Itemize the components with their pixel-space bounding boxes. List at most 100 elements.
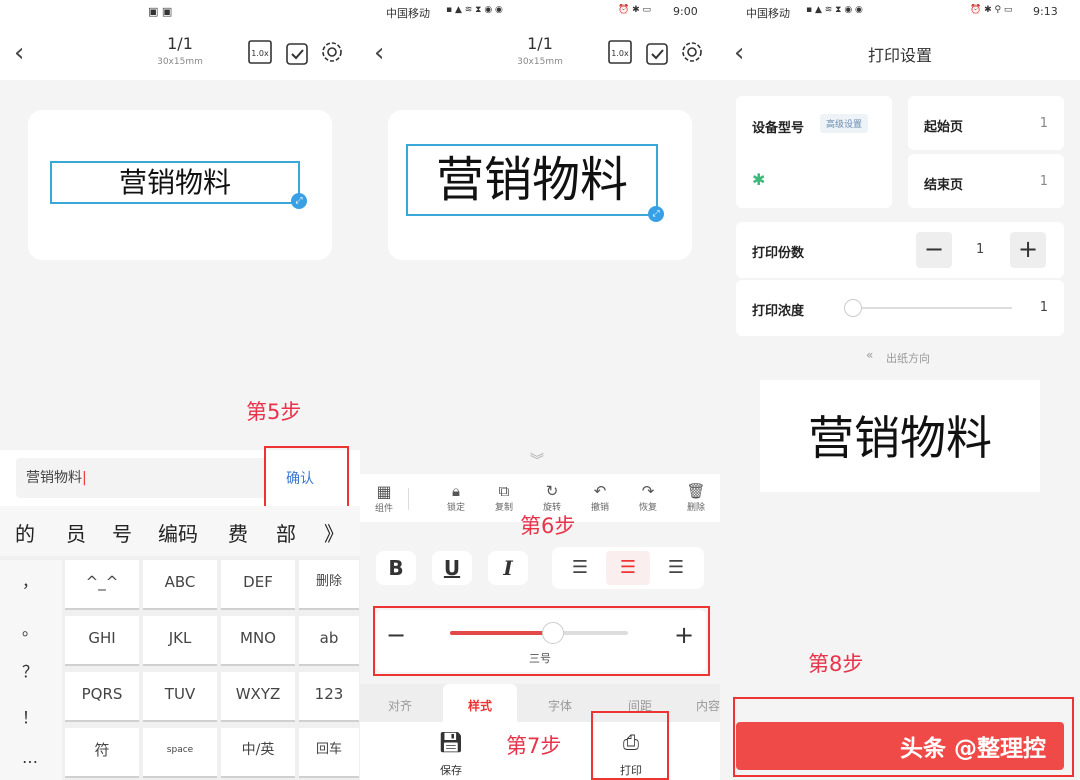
density-label: 打印浓度 bbox=[752, 304, 805, 319]
bold-button[interactable]: B bbox=[376, 551, 416, 585]
carrier-label: 中国移动 bbox=[746, 7, 790, 20]
copies-plus-button[interactable]: + bbox=[1010, 232, 1046, 268]
panel-print-settings: 中国移动 ▪ ▲ ≋ ⧗ ◉ ◉ ⏰ ✱ ⚲ ▭ 9:13 ‹ 打印设置 设备型… bbox=[720, 0, 1080, 780]
top-bar: ‹ 打印设置 bbox=[720, 24, 1080, 80]
key-def[interactable]: DEF bbox=[221, 560, 295, 610]
italic-button[interactable]: I bbox=[488, 551, 528, 585]
symbol-question[interactable]: ？ bbox=[0, 658, 60, 682]
label-text-box[interactable]: 营销物料 bbox=[50, 161, 300, 204]
align-right-icon[interactable]: ☰ bbox=[654, 551, 698, 585]
key-wxyz[interactable]: WXYZ bbox=[221, 672, 295, 722]
collapse-chevron-icon[interactable]: ︾ bbox=[530, 450, 544, 470]
step8-label: 第8步 bbox=[808, 652, 864, 676]
highlight-size bbox=[373, 606, 710, 676]
tab-content[interactable]: 内容 bbox=[696, 697, 720, 714]
key-lowercase[interactable]: ab bbox=[299, 616, 359, 666]
candidate-1[interactable]: 的 bbox=[15, 518, 35, 547]
tab-style[interactable]: 样式 bbox=[468, 697, 492, 714]
top-bar: ‹ 1/1 30x15mm 1.0x bbox=[360, 24, 720, 80]
key-delete[interactable]: 删除 bbox=[299, 560, 359, 610]
rotate-handle-icon[interactable]: ⤢ bbox=[648, 206, 664, 222]
direction-chevron-icon: « bbox=[866, 348, 874, 362]
symbol-ellipsis[interactable]: … bbox=[0, 748, 60, 767]
status-bar: 中国移动 ▪ ▲ ≋ ⧗ ◉ ◉ ⏰ ✱ ▭ 9:00 bbox=[360, 0, 720, 24]
key-abc[interactable]: ABC bbox=[143, 560, 217, 610]
status-icons: ▪ ▲ ≋ ⧗ ◉ ◉ bbox=[806, 5, 863, 15]
label-text-box[interactable]: 营销物料 bbox=[406, 144, 658, 216]
copies-minus-button[interactable]: − bbox=[916, 232, 952, 268]
tool-rotate[interactable]: ↻ 旋转 bbox=[532, 482, 572, 513]
key-symbols[interactable]: 符 bbox=[65, 728, 139, 778]
density-row: 打印浓度 1 bbox=[736, 280, 1064, 336]
key-lang-switch[interactable]: 中/英 bbox=[221, 728, 295, 778]
status-icons: ▪ ▲ ≋ ⧗ ◉ ◉ bbox=[446, 5, 503, 15]
tool-undo[interactable]: ↶ 撤销 bbox=[580, 482, 620, 513]
gear-icon[interactable] bbox=[678, 38, 706, 66]
start-page-value: 1 bbox=[1039, 116, 1048, 131]
key-pqrs[interactable]: PQRS bbox=[65, 672, 139, 722]
tool-delete[interactable]: 🗑︎ 删除 bbox=[676, 482, 716, 513]
key-jkl[interactable]: JKL bbox=[143, 616, 217, 666]
density-slider-track[interactable] bbox=[844, 307, 1012, 309]
candidate-2[interactable]: 员 bbox=[66, 518, 86, 547]
gear-icon[interactable] bbox=[318, 38, 346, 66]
key-numbers[interactable]: 123 bbox=[299, 672, 359, 722]
device-card[interactable]: 设备型号 高级设置 ✱ bbox=[736, 96, 892, 208]
align-center-icon[interactable]: ☰ bbox=[606, 551, 650, 585]
tool-undo-label: 撤销 bbox=[590, 503, 609, 513]
text-input-value: 营销物料 bbox=[26, 470, 82, 486]
tool-redo-label: 恢复 bbox=[638, 503, 657, 513]
cursor: | bbox=[82, 470, 87, 486]
tab-font[interactable]: 字体 bbox=[548, 697, 572, 714]
highlight-print-button bbox=[733, 697, 1074, 777]
end-page-card[interactable]: 结束页 1 bbox=[908, 154, 1064, 208]
symbol-comma[interactable]: ， bbox=[0, 568, 60, 592]
save-label[interactable]: 保存 bbox=[436, 762, 466, 778]
status-right-icons: ⏰ ✱ ⚲ ▭ bbox=[970, 5, 1013, 15]
status-bar: ▣ ▣ bbox=[0, 0, 360, 24]
copies-row: 打印份数 − 1 + bbox=[736, 222, 1064, 278]
expand-candidates-icon[interactable]: 》 bbox=[324, 518, 344, 547]
save-icon[interactable]: 💾︎ bbox=[436, 730, 466, 754]
key-space[interactable]: space bbox=[143, 728, 217, 778]
end-page-label: 结束页 bbox=[924, 178, 964, 193]
key-tuv[interactable]: TUV bbox=[143, 672, 217, 722]
divider bbox=[408, 488, 409, 510]
device-label: 设备型号 bbox=[752, 121, 805, 136]
tool-copy-label: 复制 bbox=[494, 503, 513, 513]
align-group: ☰ ☰ ☰ bbox=[552, 547, 704, 589]
checkbox-icon[interactable] bbox=[283, 40, 309, 66]
rotate-handle-icon[interactable]: ⤢ bbox=[291, 193, 307, 209]
density-slider-knob[interactable] bbox=[844, 299, 862, 317]
label-canvas: 营销物料 ⤢ bbox=[388, 110, 692, 260]
advanced-settings-button[interactable]: 高级设置 bbox=[820, 114, 869, 133]
text-input[interactable]: 营销物料| bbox=[16, 458, 266, 498]
symbol-period[interactable]: 。 bbox=[0, 616, 60, 640]
symbol-exclaim[interactable]: ！ bbox=[0, 704, 60, 728]
status-time: 9:13 bbox=[1033, 5, 1058, 18]
underline-button[interactable]: U bbox=[432, 551, 472, 585]
tool-redo[interactable]: ↷ 恢复 bbox=[628, 482, 668, 513]
tool-component[interactable]: ▦ 组件 bbox=[364, 482, 404, 514]
candidate-5[interactable]: 费 bbox=[228, 518, 248, 547]
key-mno[interactable]: MNO bbox=[221, 616, 295, 666]
rotate-icon: ↻ bbox=[545, 482, 559, 500]
start-page-card[interactable]: 起始页 1 bbox=[908, 96, 1064, 150]
key-emoticon[interactable]: ^_^ bbox=[65, 560, 139, 610]
zoom-icon[interactable]: 1.0x bbox=[608, 40, 632, 64]
tab-align[interactable]: 对齐 bbox=[388, 697, 412, 714]
zoom-label: 1.0x bbox=[611, 49, 629, 58]
print-preview: 营销物料 bbox=[760, 380, 1040, 492]
key-ghi[interactable]: GHI bbox=[65, 616, 139, 666]
zoom-icon[interactable]: 1.0x bbox=[248, 40, 272, 64]
align-left-icon[interactable]: ☰ bbox=[558, 551, 602, 585]
status-time: 9:00 bbox=[673, 5, 698, 18]
key-enter[interactable]: 回车 bbox=[299, 728, 359, 778]
checkbox-icon[interactable] bbox=[643, 40, 669, 66]
highlight-confirm bbox=[264, 446, 349, 508]
candidate-4[interactable]: 编码 bbox=[158, 518, 198, 547]
tool-lock[interactable]: 🔒︎ 锁定 bbox=[436, 482, 476, 513]
candidate-6[interactable]: 部 bbox=[276, 518, 296, 547]
tool-copy[interactable]: ⧉ 复制 bbox=[484, 482, 524, 513]
candidate-3[interactable]: 号 bbox=[112, 518, 132, 547]
